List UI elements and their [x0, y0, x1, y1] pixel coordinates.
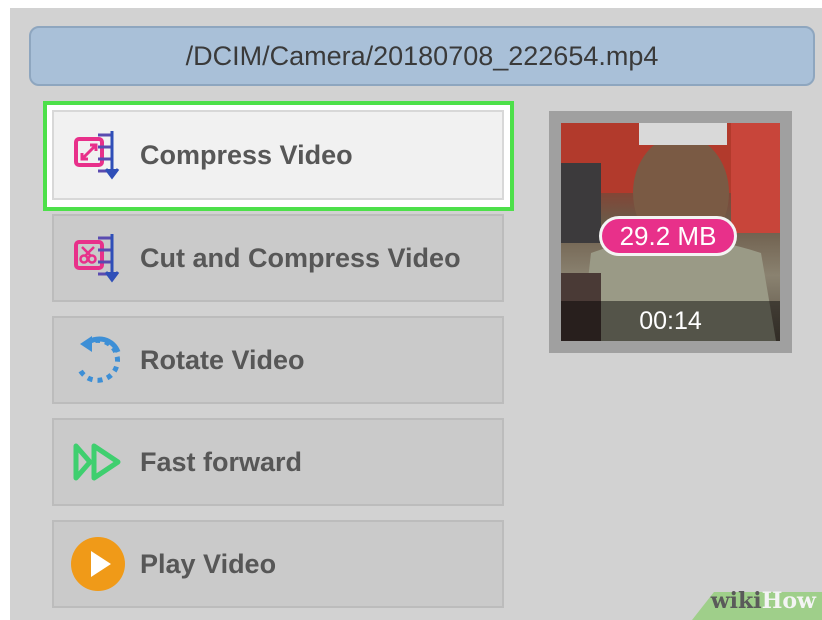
- wikihow-watermark: wikiHow: [662, 576, 822, 620]
- play-icon: [71, 537, 125, 591]
- duration-text: 00:14: [639, 306, 702, 335]
- cut-compress-video-button[interactable]: Cut and Compress Video: [52, 214, 504, 302]
- menu-label: Rotate Video: [140, 344, 305, 375]
- menu-label: Cut and Compress Video: [140, 242, 461, 273]
- fast-forward-button[interactable]: Fast forward: [52, 418, 504, 506]
- duration-bar: 00:14: [561, 301, 780, 341]
- cut-compress-icon: [74, 234, 120, 283]
- thumbnail-image: 29.2 MB 00:14: [561, 123, 780, 341]
- compress-icon: [74, 131, 120, 180]
- file-path-text: /DCIM/Camera/20180708_222654.mp4: [185, 40, 659, 71]
- fast-forward-icon: [73, 443, 121, 481]
- compress-video-button[interactable]: Compress Video: [52, 110, 504, 200]
- rotate-video-button[interactable]: Rotate Video: [52, 316, 504, 404]
- rotate-icon: [77, 336, 121, 383]
- video-thumbnail[interactable]: 29.2 MB 00:14: [549, 111, 792, 353]
- menu-label: Play Video: [140, 548, 277, 579]
- watermark-text: wikiHow: [710, 588, 816, 614]
- play-video-button[interactable]: Play Video: [52, 520, 504, 608]
- menu-label: Compress Video: [140, 139, 353, 170]
- file-path-bar: /DCIM/Camera/20180708_222654.mp4: [29, 26, 815, 86]
- menu-label: Fast forward: [140, 446, 303, 477]
- file-size-badge: 29.2 MB: [599, 216, 737, 256]
- file-size-text: 29.2 MB: [619, 220, 717, 251]
